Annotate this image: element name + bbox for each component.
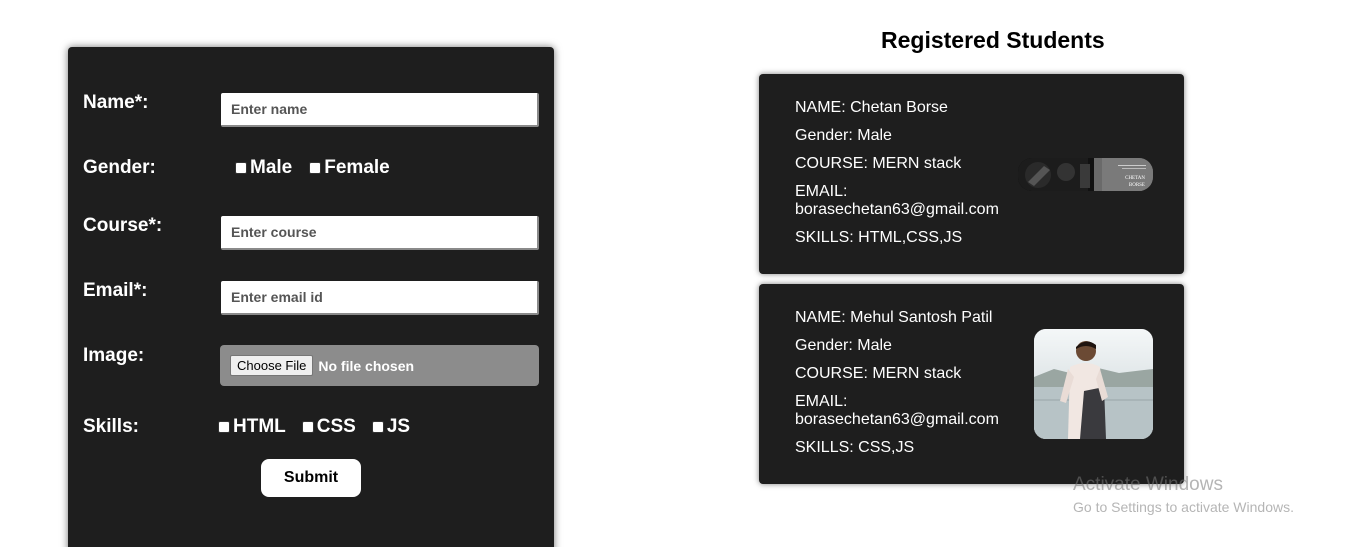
submit-button[interactable]: Submit — [261, 459, 361, 497]
student-name: NAME: Mehul Santosh Patil — [795, 309, 993, 326]
student-image: CHETAN BORSE — [1018, 158, 1153, 191]
female-checkbox[interactable] — [309, 162, 322, 174]
banner-name-line2: BORSE — [1129, 183, 1145, 188]
email-label: Email*: — [83, 280, 148, 301]
name-label: Name*: — [83, 92, 149, 113]
student-course: COURSE: MERN stack — [795, 155, 962, 172]
student-course: COURSE: MERN stack — [795, 365, 962, 382]
banner-name-line1: CHETAN — [1125, 176, 1145, 181]
male-option-label: Male — [250, 157, 293, 178]
student-gender: Gender: Male — [795, 337, 892, 354]
student-photo — [1034, 329, 1153, 439]
watermark-title: Activate Windows — [1073, 474, 1223, 495]
chetan-borse-banner-image: CHETAN BORSE — [1018, 158, 1153, 191]
image-label: Image: — [83, 345, 145, 366]
student-image — [1034, 329, 1153, 439]
html-option-label: HTML — [233, 416, 286, 437]
student-details: NAME: Mehul Santosh Patil Gender: Male C… — [795, 309, 1005, 467]
watermark-subtitle: Go to Settings to activate Windows. — [1073, 499, 1294, 515]
js-checkbox[interactable] — [371, 421, 384, 433]
student-email-label: EMAIL: — [795, 183, 848, 200]
student-details: NAME: Chetan Borse Gender: Male COURSE: … — [795, 99, 1005, 257]
file-status-text: No file chosen — [318, 357, 415, 374]
image-file-input[interactable]: Choose File No file chosen — [220, 345, 539, 386]
student-email: EMAIL: borasechetan63@gmail.com — [795, 183, 1005, 219]
student-card: NAME: Chetan Borse Gender: Male COURSE: … — [759, 74, 1184, 274]
choose-file-button[interactable]: Choose File — [230, 355, 314, 376]
female-option-label: Female — [324, 157, 390, 178]
html-checkbox[interactable] — [218, 421, 230, 433]
name-input[interactable] — [221, 93, 539, 127]
course-label: Course*: — [83, 215, 163, 236]
activate-windows-watermark: Activate Windows Go to Settings to activ… — [1073, 474, 1294, 515]
js-option-label: JS — [386, 416, 411, 437]
email-input[interactable] — [221, 281, 539, 315]
student-name: NAME: Chetan Borse — [795, 99, 948, 116]
gender-label: Gender: — [83, 157, 156, 178]
male-checkbox[interactable] — [235, 162, 247, 174]
skills-options: HTML CSS JS — [218, 416, 410, 438]
student-email-value: borasechetan63@gmail.com — [795, 201, 999, 218]
registration-form: Name*: Gender: Male Female Course*: Emai… — [68, 47, 554, 547]
student-skills: SKILLS: HTML,CSS,JS — [795, 229, 963, 246]
student-gender: Gender: Male — [795, 127, 892, 144]
student-email-label: EMAIL: — [795, 393, 848, 410]
css-checkbox[interactable] — [301, 421, 314, 433]
student-skills: SKILLS: CSS,JS — [795, 439, 915, 456]
student-card: NAME: Mehul Santosh Patil Gender: Male C… — [759, 284, 1184, 484]
student-email: EMAIL: borasechetan63@gmail.com — [795, 393, 1005, 429]
skills-label: Skills: — [83, 416, 139, 437]
student-email-value: borasechetan63@gmail.com — [795, 411, 999, 428]
css-option-label: CSS — [316, 416, 356, 437]
gender-options: Male Female — [235, 157, 390, 179]
registered-students-title: Registered Students — [881, 27, 1105, 53]
course-input[interactable] — [221, 216, 539, 250]
